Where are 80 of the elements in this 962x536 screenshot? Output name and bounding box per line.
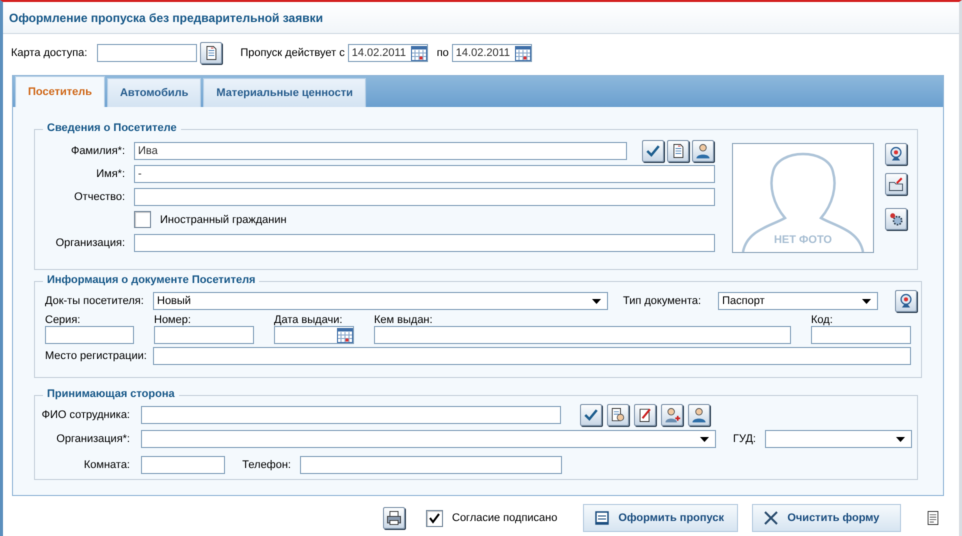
field-label: Комната: (82, 459, 130, 471)
dropdown[interactable]: Паспорт (718, 292, 878, 310)
section-title: Сведения о Посетителе (47, 122, 177, 134)
calendar-icon[interactable] (410, 46, 427, 60)
field-label: Иностранный гражданин (160, 214, 287, 226)
text-field[interactable] (374, 326, 791, 344)
field-label: Пропуск действует с (240, 47, 345, 59)
dropdown-arrow-icon (592, 298, 601, 304)
field-label: Имя*: (95, 168, 125, 180)
organization-field[interactable] (134, 234, 715, 252)
document-button[interactable] (667, 140, 689, 162)
load-photo-button[interactable] (885, 173, 907, 195)
name-field[interactable]: - (134, 165, 715, 183)
checkbox[interactable] (426, 510, 443, 526)
field-label: ФИО сотрудника: (40, 409, 130, 421)
text-field[interactable] (811, 326, 911, 344)
person-icon (690, 406, 708, 424)
field-label: Организация: (54, 237, 125, 249)
confirm-button[interactable] (580, 404, 602, 426)
field-label: Карта доступа: (11, 47, 88, 59)
field-label: Номер: (154, 314, 192, 326)
field-label: Согласие подписано (452, 512, 558, 524)
field-label: по (436, 47, 449, 59)
field-label: Телефон: (241, 459, 291, 471)
section-title: Информация о документе Посетителя (47, 274, 256, 286)
registration-field[interactable] (153, 347, 911, 365)
phone-field[interactable] (300, 456, 562, 474)
surname-field[interactable]: Ива (134, 142, 627, 160)
employee-field[interactable] (141, 406, 561, 424)
dropdown-arrow-icon (862, 298, 872, 304)
dropdown[interactable]: Новый (153, 292, 608, 310)
issue-pass-button[interactable]: Оформить пропуск (583, 504, 738, 532)
field-label: Кем выдан: (374, 314, 434, 326)
no-photo-label: НЕТ ФОТО (772, 234, 833, 246)
form-icon (594, 510, 610, 526)
person-add-icon (663, 406, 681, 424)
scan-button[interactable] (895, 290, 918, 312)
tab[interactable]: Автомобиль (106, 78, 202, 107)
field-label: ГУД: (733, 433, 756, 445)
field-label: Место регистрации: (45, 350, 148, 362)
person-button[interactable] (692, 140, 714, 162)
add-person-button[interactable] (661, 404, 683, 426)
person-icon (694, 142, 712, 160)
date-field[interactable]: 14.02.2011 (348, 44, 428, 62)
date-field[interactable] (274, 326, 354, 344)
dropdown-arrow-icon (896, 436, 905, 442)
patronymic-field[interactable] (134, 188, 715, 206)
field-label: Код: (811, 314, 834, 326)
dropdown-arrow-icon (700, 436, 709, 442)
text-field[interactable] (45, 326, 134, 344)
room-field[interactable] (141, 456, 225, 474)
tab[interactable]: Материальные ценности (203, 78, 366, 107)
document-person-icon (609, 406, 627, 424)
checkbox[interactable] (134, 211, 151, 228)
card-lookup-button[interactable] (200, 42, 222, 64)
field-label: Фамилия*: (70, 145, 125, 157)
section-title: Принимающая сторона (47, 388, 175, 400)
field-label: Отчество: (73, 191, 125, 203)
calendar-icon[interactable] (514, 46, 531, 60)
print-button[interactable] (383, 507, 405, 529)
access-card-field[interactable] (97, 44, 198, 62)
field-label: Серия: (45, 314, 82, 326)
field-label: Дата выдачи: (274, 314, 344, 326)
field-label: Тип документа: (623, 295, 702, 307)
clear-form-button[interactable]: Очистить форму (752, 504, 902, 532)
field-label: Организация*: (55, 433, 130, 445)
cross-icon (763, 510, 780, 526)
search-employee-button[interactable] (607, 404, 629, 426)
date-field[interactable]: 14.02.2011 (452, 44, 532, 62)
edit-button[interactable] (634, 404, 656, 426)
printer-icon (385, 509, 403, 527)
text-field[interactable] (154, 326, 254, 344)
field-label: Док-ты посетителя: (45, 295, 145, 307)
dropdown[interactable] (764, 430, 912, 448)
calendar-icon[interactable] (337, 328, 353, 342)
person-button[interactable] (688, 404, 710, 426)
photo-settings-button[interactable] (885, 208, 907, 230)
camera-button[interactable] (885, 143, 907, 165)
folder-icon (887, 175, 905, 193)
confirm-button[interactable] (642, 140, 664, 162)
